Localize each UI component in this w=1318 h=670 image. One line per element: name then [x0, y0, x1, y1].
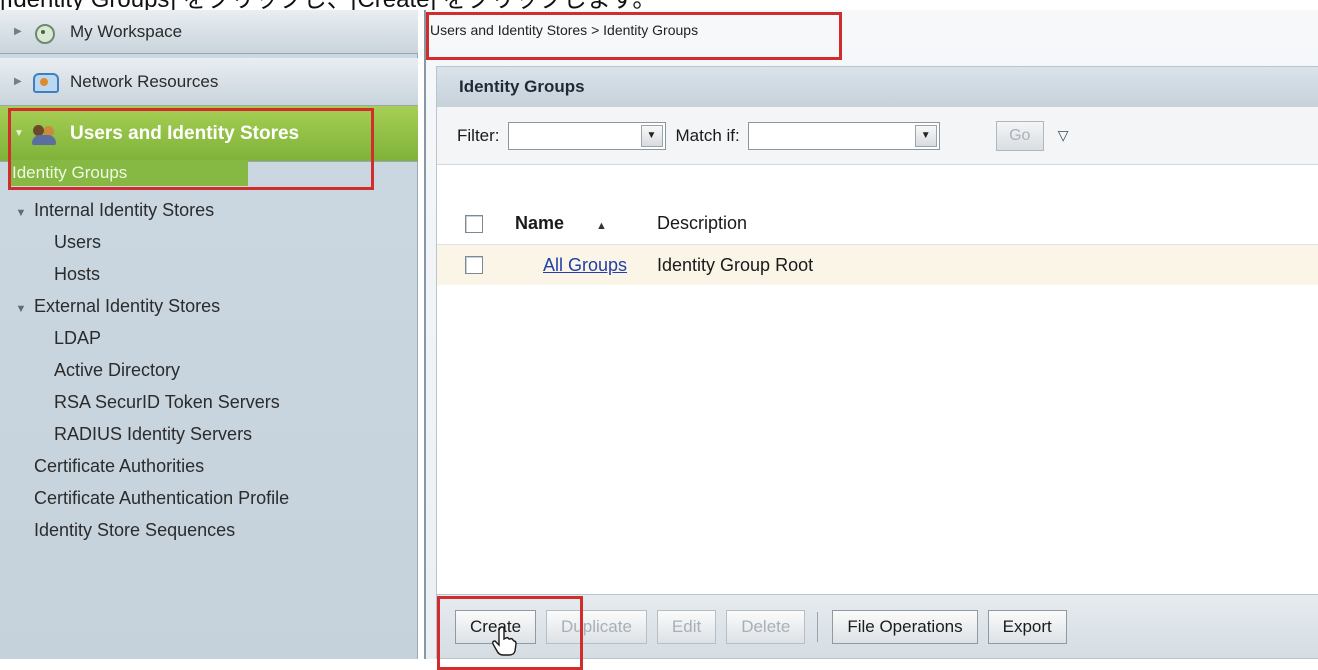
drawer-label: Network Resources — [70, 71, 219, 91]
filter-bar: Filter: ▼ Match if: ▼ Go ▽ — [437, 107, 1318, 165]
sidebar-item-internal-identity-stores[interactable]: ▼ Internal Identity Stores — [0, 194, 418, 226]
highlight-box — [8, 108, 374, 190]
drawer-my-workspace[interactable]: ▶ My Workspace — [0, 10, 418, 54]
column-header-name[interactable]: Name ▲ — [515, 213, 657, 234]
sidebar-tree: ▼ Internal Identity Stores Users Hosts ▼ E… — [0, 194, 418, 546]
sidebar-item-identity-store-sequences[interactable]: Identity Store Sequences — [0, 514, 418, 546]
sidebar-item-hosts[interactable]: Hosts — [0, 258, 418, 290]
highlight-box — [426, 12, 842, 60]
file-operations-button[interactable]: File Operations — [832, 609, 978, 644]
panel-title: Identity Groups — [437, 67, 1318, 107]
sidebar-item-rsa-securid[interactable]: RSA SecurID Token Servers — [0, 386, 418, 418]
groups-table: Name ▲ Description All Groups Identity Gr… — [437, 183, 1318, 285]
group-description: Identity Group Root — [657, 254, 814, 275]
sort-ascending-icon[interactable]: ▲ — [596, 220, 607, 232]
main-content: Users and Identity Stores > Identity Gro… — [424, 10, 1318, 670]
delete-button[interactable]: Delete — [726, 609, 806, 644]
chevron-down-icon[interactable]: ▼ — [914, 124, 937, 147]
identity-groups-panel: Identity Groups Filter: ▼ Match if: ▼ Go… — [436, 66, 1318, 670]
sidebar-item-external-identity-stores[interactable]: ▼ External Identity Stores — [0, 290, 418, 322]
collapsed-arrow-icon: ▶ — [14, 26, 22, 37]
export-button[interactable]: Export — [987, 609, 1067, 644]
expanded-arrow-icon: ▼ — [15, 207, 27, 219]
expanded-arrow-icon: ▼ — [15, 303, 27, 315]
sidebar-item-certificate-authentication-profile[interactable]: Certificate Authentication Profile — [0, 482, 418, 514]
instruction-caption: [Identity Groups] をクリックし、[Create] をクリックし… — [0, 0, 1318, 10]
select-all-checkbox[interactable] — [465, 214, 483, 233]
sidebar-item-certificate-authorities[interactable]: Certificate Authorities — [0, 450, 418, 482]
sidebar-item-users[interactable]: Users — [0, 226, 418, 258]
action-bar: Create Duplicate Edit Delete File Operat… — [437, 594, 1318, 670]
chevron-down-icon[interactable]: ▼ — [640, 124, 663, 147]
collapsed-arrow-icon: ▶ — [14, 76, 22, 87]
edit-button[interactable]: Edit — [656, 609, 717, 644]
sidebar-item-ldap[interactable]: LDAP — [0, 322, 418, 354]
workspace-icon — [32, 21, 56, 44]
row-checkbox[interactable] — [465, 256, 483, 274]
table-row: All Groups Identity Group Root — [437, 245, 1318, 285]
match-if-select[interactable]: ▼ — [747, 121, 940, 150]
toolbar-separator — [817, 611, 819, 642]
drawer-label: My Workspace — [70, 21, 183, 41]
navigation-sidebar: ▶ My Workspace ▶ Network Resources ▼ Use… — [0, 10, 418, 659]
filter-select[interactable]: ▼ — [507, 121, 666, 150]
sidebar-item-radius-identity-servers[interactable]: RADIUS Identity Servers — [0, 418, 418, 450]
group-name-link[interactable]: All Groups — [515, 255, 657, 276]
drawer-network-resources[interactable]: ▶ Network Resources — [0, 58, 418, 106]
match-if-label: Match if: — [675, 125, 740, 145]
pointer-hand-icon — [492, 626, 517, 656]
filter-options-caret-icon[interactable]: ▽ — [1058, 127, 1069, 144]
table-header: Name ▲ Description — [437, 203, 1318, 245]
column-header-description[interactable]: Description — [657, 213, 747, 234]
go-button[interactable]: Go — [995, 120, 1044, 151]
filter-label: Filter: — [457, 125, 500, 145]
sidebar-item-active-directory[interactable]: Active Directory — [0, 354, 418, 386]
network-resources-icon — [32, 71, 59, 93]
